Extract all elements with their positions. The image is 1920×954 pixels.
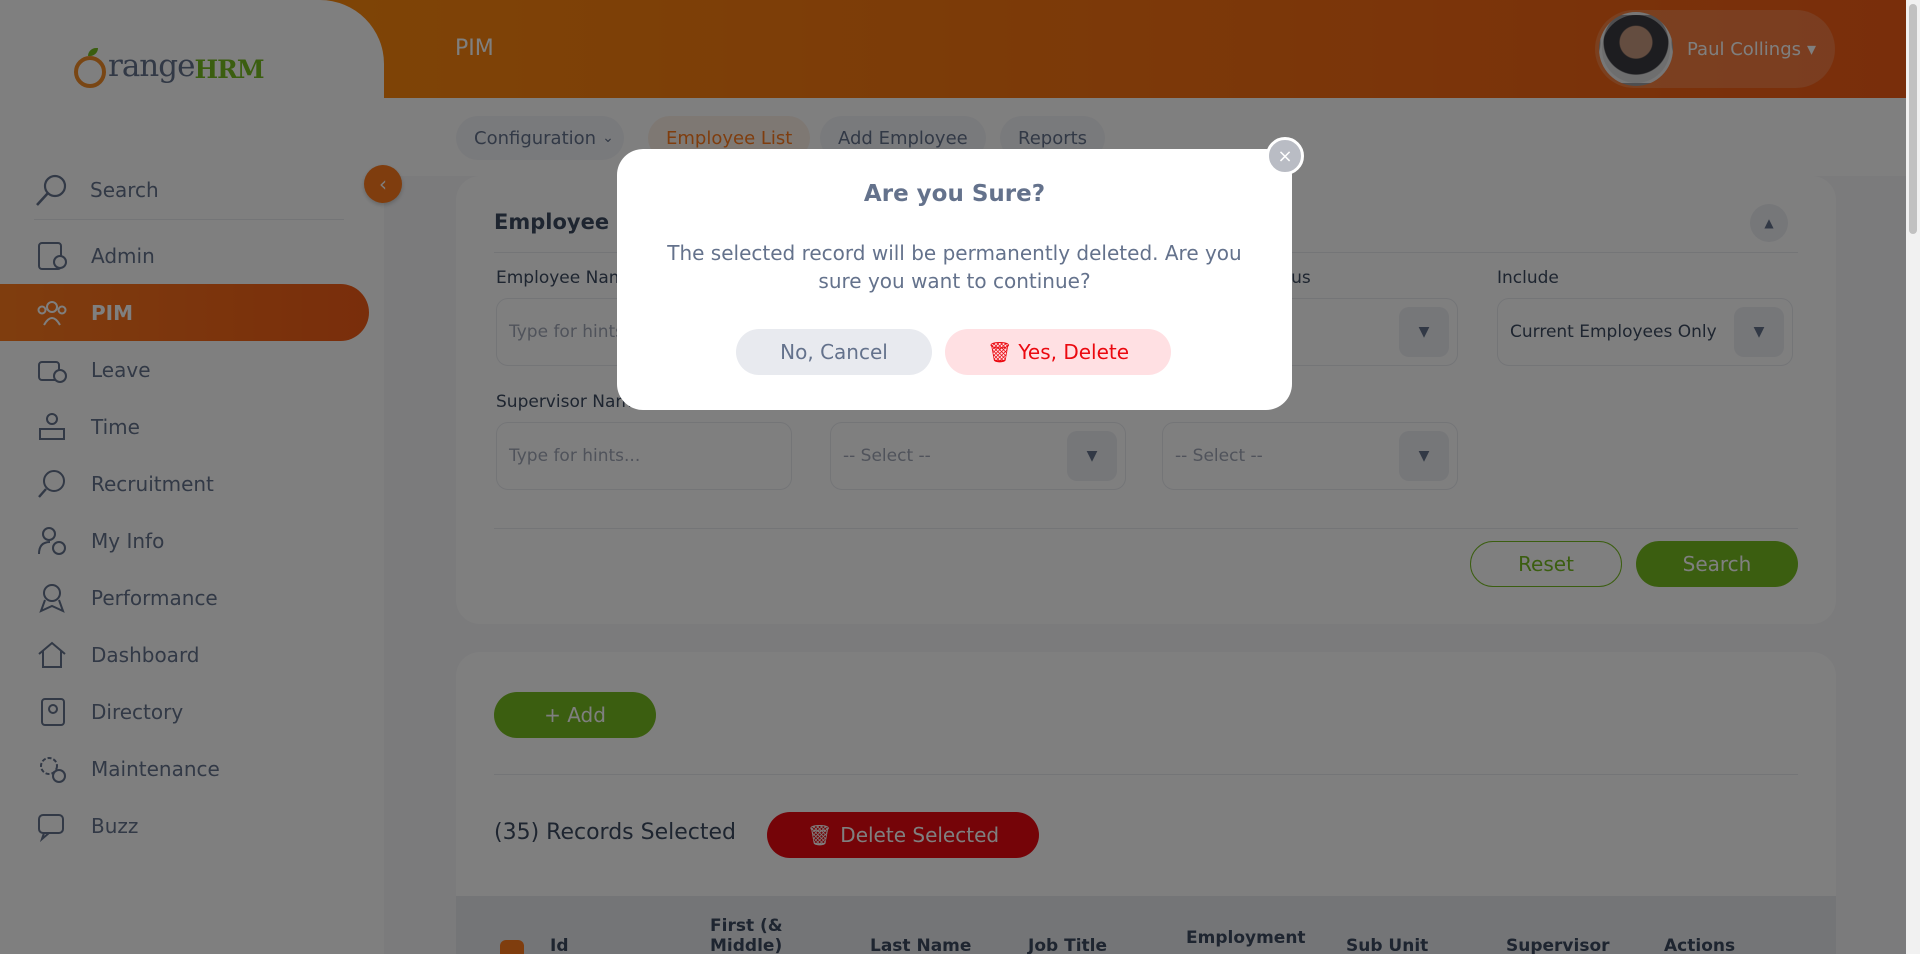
- close-dialog-button[interactable]: ×: [1266, 137, 1304, 175]
- page-scrollbar[interactable]: [1906, 0, 1920, 954]
- scrollbar-thumb[interactable]: [1909, 4, 1917, 234]
- trash-icon: 🗑: [986, 340, 1013, 364]
- cancel-button[interactable]: No, Cancel: [736, 329, 932, 375]
- modal-backdrop[interactable]: [0, 0, 1920, 954]
- confirm-delete-dialog: Are you Sure? The selected record will b…: [617, 149, 1292, 410]
- confirm-delete-label: Yes, Delete: [1018, 340, 1130, 364]
- dialog-message: The selected record will be permanently …: [667, 241, 1242, 293]
- dialog-title: Are you Sure?: [863, 181, 1046, 207]
- close-icon: ×: [1277, 145, 1293, 167]
- confirm-delete-button[interactable]: 🗑 Yes, Delete: [945, 329, 1171, 375]
